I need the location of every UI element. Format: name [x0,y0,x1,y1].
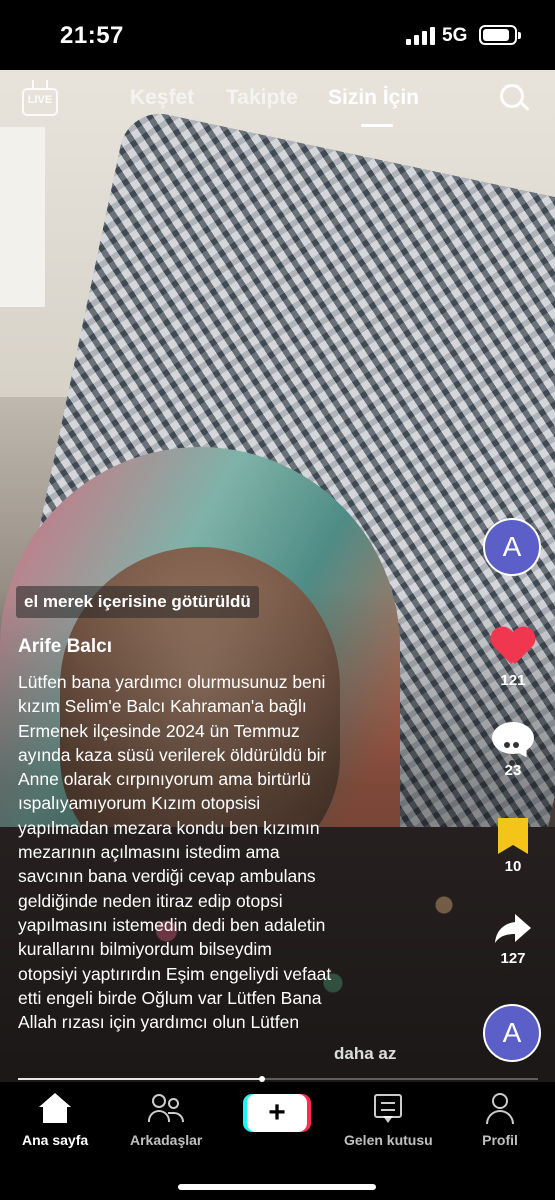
create-button[interactable]: + [247,1094,307,1132]
nav-inbox-label: Gelen kutusu [344,1132,433,1148]
bookmark-count: 10 [504,858,522,875]
network-label: 5G [442,25,468,46]
progress-fill [18,1078,263,1080]
video-window [0,127,45,307]
like-count: 121 [500,672,526,689]
tab-kesfet[interactable]: Keşfet [130,86,194,110]
comment-button[interactable]: 23 [484,722,542,779]
status-bar: 21:57 5G [0,0,555,70]
sound-avatar[interactable]: A [483,1004,541,1062]
like-button[interactable]: 121 [484,628,542,689]
nav-home-label: Ana sayfa [22,1132,89,1148]
bookmark-button[interactable]: 10 [484,818,542,875]
signal-icon [406,27,436,45]
nav-friends-label: Arkadaşlar [130,1132,203,1148]
active-tab-indicator [361,124,393,127]
heart-icon [491,628,535,668]
nav-profile[interactable]: Profil [480,1092,520,1148]
inbox-icon [368,1092,408,1126]
profile-icon [480,1092,520,1126]
bottom-nav: Ana sayfa Arkadaşlar + Gelen kutusu Prof… [0,1082,555,1200]
live-icon[interactable]: LIVE [22,80,58,116]
nav-friends[interactable]: Arkadaşlar [130,1092,202,1148]
share-count: 127 [500,950,526,967]
bookmark-icon [498,818,528,854]
share-icon [493,910,533,946]
friends-icon [146,1092,186,1126]
tab-sizin-icin[interactable]: Sizin İçin [328,86,419,110]
creator-avatar[interactable]: A [483,518,541,576]
comment-icon [492,722,534,766]
author-name[interactable]: Arife Balcı [18,636,112,658]
home-icon [35,1092,75,1126]
tab-takipte[interactable]: Takipte [226,86,298,110]
home-indicator [178,1184,376,1190]
nav-profile-label: Profil [482,1132,518,1148]
post-caption: Lütfen bana yardımcı olurmusunuz beni kı… [18,672,332,1033]
nav-home[interactable]: Ana sayfa [22,1092,88,1148]
video-progress-bar[interactable] [18,1076,538,1082]
status-time: 21:57 [60,22,124,49]
battery-icon [479,25,521,45]
share-button[interactable]: 127 [484,910,542,967]
nav-inbox[interactable]: Gelen kutusu [344,1092,433,1148]
search-icon[interactable] [500,84,530,114]
show-less-link[interactable]: daha az [334,1044,396,1064]
plus-icon: + [268,1096,286,1129]
top-nav: LIVE Keşfet Takipte Sizin İçin [0,78,555,128]
location-tag[interactable]: el merek içerisine götürüldü [16,586,259,618]
live-label: LIVE [27,94,53,106]
